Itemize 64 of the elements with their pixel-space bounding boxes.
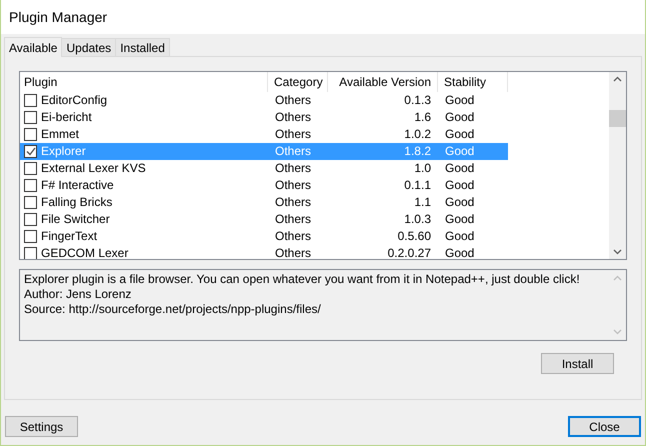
column-header[interactable]: Available Version — [328, 72, 438, 92]
checkbox[interactable] — [24, 213, 37, 226]
table-cell-text: GEDCOM Lexer — [40, 245, 130, 259]
tab[interactable]: Updates — [61, 38, 116, 56]
window-title: Plugin Manager — [9, 8, 108, 27]
scroll-up-icon[interactable] — [613, 76, 622, 82]
tab[interactable]: Available — [4, 37, 62, 57]
table-cell-text: FingerText — [40, 228, 98, 245]
column-header[interactable]: Stability — [438, 72, 508, 92]
checkbox[interactable] — [24, 247, 37, 259]
checkbox[interactable] — [24, 196, 37, 209]
checkbox[interactable] — [24, 145, 37, 158]
table-cell: 1.6 — [413, 109, 432, 126]
description-line: Author: Jens Lorenz — [24, 287, 132, 302]
dialog-button[interactable]: Close — [568, 416, 641, 437]
table-cell: Good — [444, 160, 476, 177]
table-cell-text: Emmet — [40, 126, 80, 143]
table-cell: Others — [274, 194, 312, 211]
table-cell: Good — [444, 228, 476, 245]
table-cell: 0.2.0.27 — [386, 245, 432, 259]
table-cell: Others — [274, 211, 312, 228]
table-cell: Good — [444, 194, 476, 211]
dialog-button[interactable]: Settings — [5, 416, 78, 437]
table-cell: Good — [444, 245, 476, 259]
description-line: Source: http://sourceforge.net/projects/npp-plugins/files/ — [24, 302, 322, 317]
checkbox[interactable] — [24, 230, 37, 243]
table-cell: Others — [274, 109, 312, 126]
column-header[interactable]: Category — [268, 72, 328, 92]
table-cell: 1.0.2 — [403, 126, 432, 143]
table-cell-text: EditorConfig — [40, 92, 108, 109]
scroll-down-icon[interactable] — [613, 249, 622, 255]
table-cell: Good — [444, 211, 476, 228]
table-cell: 1.0.3 — [403, 211, 432, 228]
table-cell: Good — [444, 177, 476, 194]
checkbox[interactable] — [24, 179, 37, 192]
table-cell: Others — [274, 92, 312, 109]
table-cell: Good — [444, 126, 476, 143]
table-cell: 0.1.1 — [403, 177, 432, 194]
scroll-thumb[interactable] — [609, 110, 626, 127]
table-cell: 1.0 — [413, 160, 432, 177]
table-cell: Others — [274, 126, 312, 143]
table-cell: Others — [274, 177, 312, 194]
scrollbar[interactable] — [609, 72, 626, 259]
table-cell-text: File Switcher — [40, 211, 111, 228]
table-cell: Good — [444, 92, 476, 109]
column-header[interactable]: Plugin — [20, 72, 268, 92]
table-cell: 0.1.3 — [403, 92, 432, 109]
tab[interactable]: Installed — [115, 38, 170, 56]
checkbox[interactable] — [24, 111, 37, 124]
table-cell: Good — [444, 109, 476, 126]
install-button[interactable]: Install — [541, 353, 614, 374]
table-cell-text: Falling Bricks — [40, 194, 114, 211]
table-cell: Others — [274, 160, 312, 177]
table-cell: Others — [274, 245, 312, 259]
table-cell-text: F# Interactive — [40, 177, 115, 194]
checkbox[interactable] — [24, 94, 37, 107]
checkbox[interactable] — [24, 162, 37, 175]
table-cell: Others — [274, 228, 312, 245]
table-cell: 0.5.60 — [396, 228, 432, 245]
table-cell-text: External Lexer KVS — [40, 160, 147, 177]
checkbox[interactable] — [24, 128, 37, 141]
table-cell: 1.1 — [413, 194, 432, 211]
description-line: Explorer plugin is a file browser. You can open whatever you want from it in Notepad++, just double click! — [24, 272, 581, 287]
table-cell-text: Ei-bericht — [40, 109, 93, 126]
